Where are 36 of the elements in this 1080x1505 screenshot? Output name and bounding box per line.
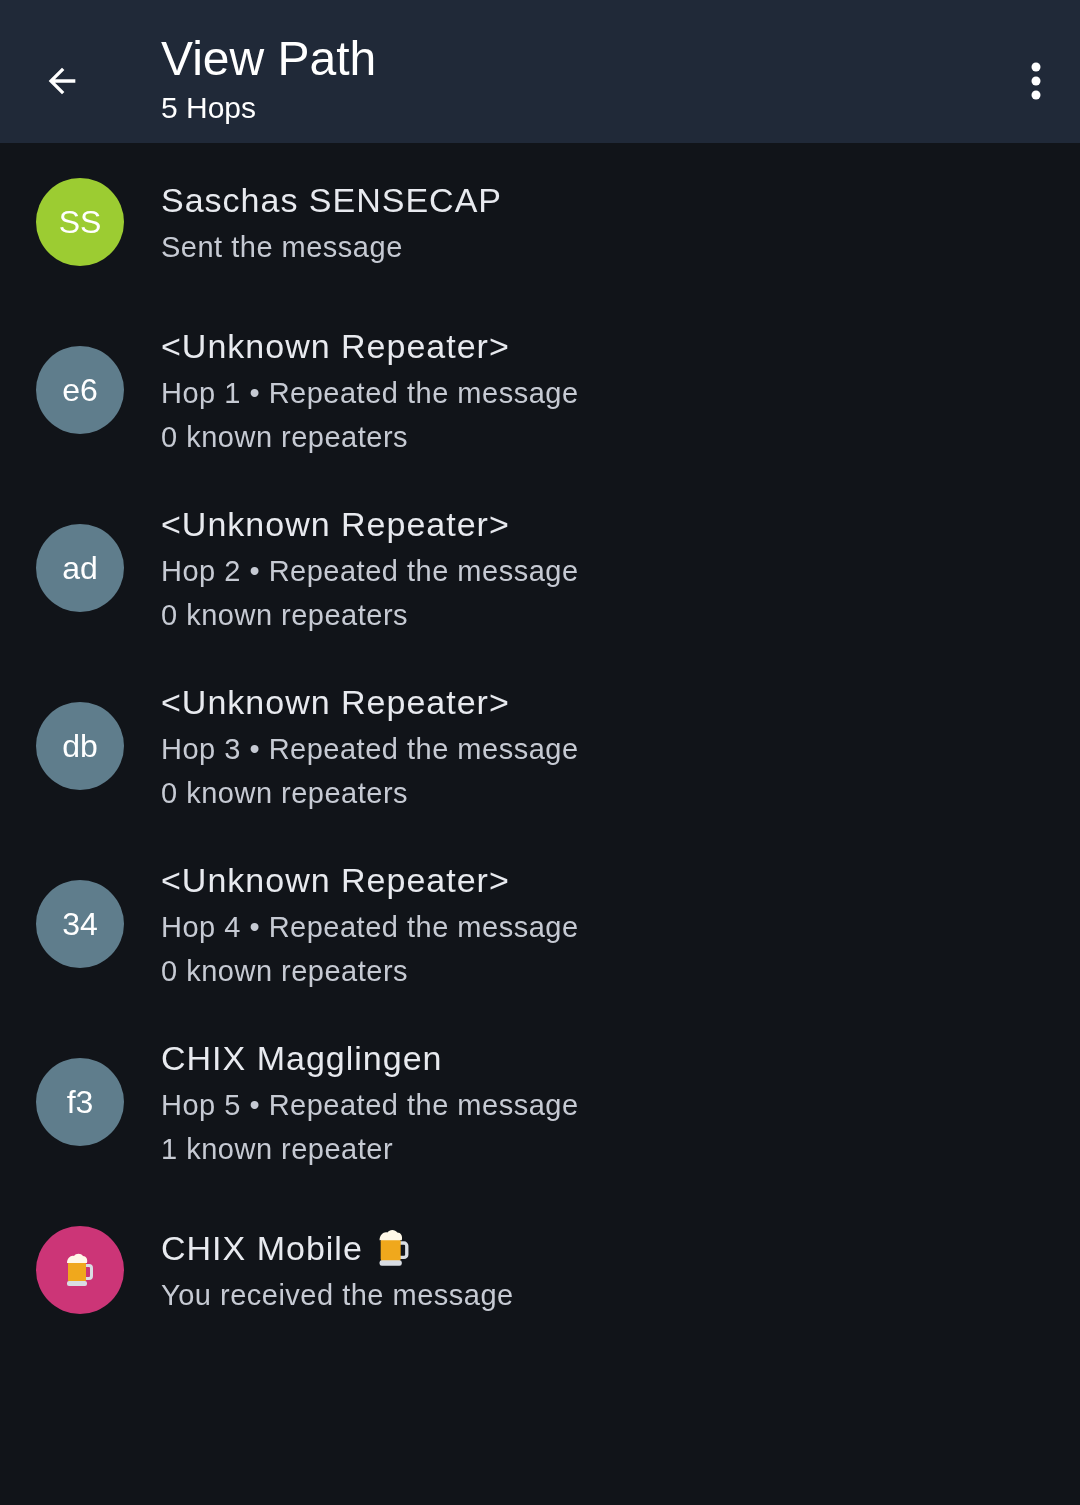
hop-name: <Unknown Repeater> (161, 860, 510, 900)
hop-name: CHIX Magglingen (161, 1038, 443, 1078)
hop-detail: Hop 3 • Repeated the message (161, 732, 579, 767)
hop-detail: Hop 2 • Repeated the message (161, 554, 579, 589)
hop-detail: 1 known repeater (161, 1132, 395, 1167)
avatar: ad (36, 524, 124, 612)
avatar: f3 (36, 1058, 124, 1146)
hop-list-item[interactable]: 34 <Unknown Repeater> Hop 4 • Repeated the message 0 known repeaters (0, 835, 1080, 1013)
hop-name: CHIX Mobile (161, 1228, 363, 1268)
hop-name: <Unknown Repeater> (161, 682, 510, 722)
hop-list-item[interactable]: f3 CHIX Magglingen Hop 5 • Repeated the message 1 known repeater (0, 1013, 1080, 1191)
hop-list-item[interactable]: CHIX Mobile You received the message (0, 1191, 1080, 1349)
more-options-icon (1030, 60, 1042, 101)
hop-detail: 0 known repeaters (161, 420, 410, 455)
screen-subtitle: 5 Hops (161, 89, 258, 126)
avatar: SS (36, 178, 124, 266)
hop-name: <Unknown Repeater> (161, 326, 510, 366)
hop-detail: 0 known repeaters (161, 598, 410, 633)
hop-detail: Sent the message (161, 230, 404, 265)
avatar: e6 (36, 346, 124, 434)
hop-detail: Hop 1 • Repeated the message (161, 376, 579, 411)
hop-detail: Hop 5 • Repeated the message (161, 1088, 579, 1123)
hop-detail: You received the message (161, 1278, 514, 1313)
avatar: 34 (36, 880, 124, 968)
screen-title: View Path (161, 30, 378, 87)
hop-detail: Hop 4 • Repeated the message (161, 910, 579, 945)
hop-detail: 0 known repeaters (161, 954, 410, 989)
hop-list-item[interactable]: SS Saschas SENSECAP Sent the message (0, 143, 1080, 301)
hop-name: Saschas SENSECAP (161, 180, 503, 220)
hop-list-item[interactable]: db <Unknown Repeater> Hop 3 • Repeated the message 0 known repeaters (0, 657, 1080, 835)
beer-mug-icon (65, 1252, 95, 1288)
avatar: db (36, 702, 124, 790)
hop-name: <Unknown Repeater> (161, 504, 510, 544)
hop-list-item[interactable]: e6 <Unknown Repeater> Hop 1 • Repeated the message 0 known repeaters (0, 301, 1080, 479)
hop-detail: 0 known repeaters (161, 776, 410, 811)
hop-list-item[interactable]: ad <Unknown Repeater> Hop 2 • Repeated the message 0 known repeaters (0, 479, 1080, 657)
